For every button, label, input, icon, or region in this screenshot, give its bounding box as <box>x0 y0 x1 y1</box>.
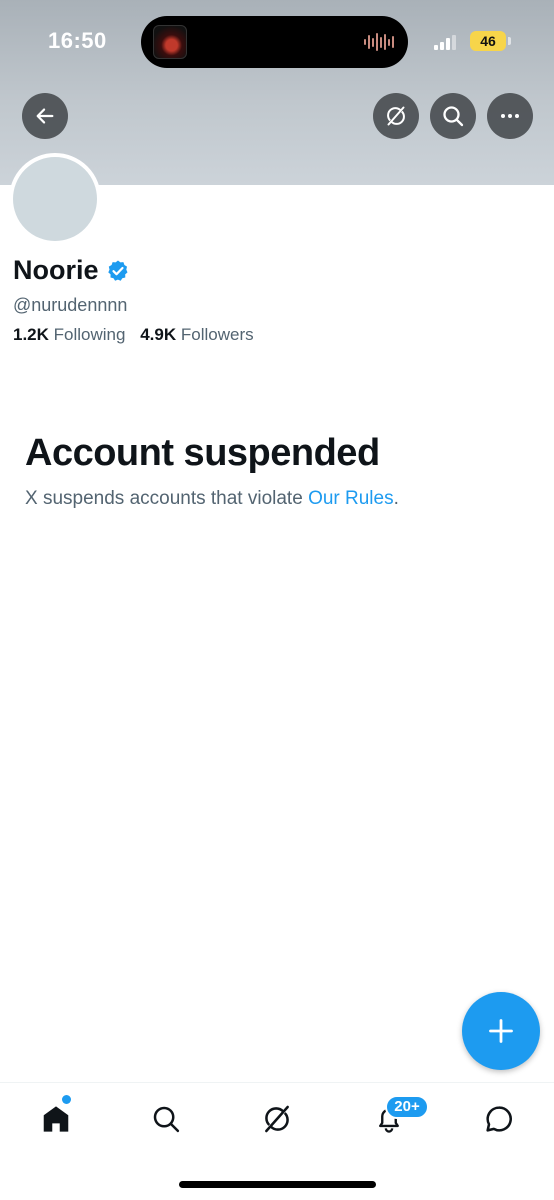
now-playing-artwork <box>153 25 187 59</box>
avatar[interactable] <box>9 153 101 245</box>
cellular-signal-icon <box>434 34 460 50</box>
our-rules-link[interactable]: Our Rules <box>308 488 394 509</box>
home-icon <box>43 1106 69 1132</box>
compose-button[interactable] <box>462 992 540 1070</box>
profile-handle: @nurudennnn <box>13 295 128 315</box>
more-button[interactable] <box>487 93 533 139</box>
dynamic-island[interactable] <box>141 16 408 68</box>
battery-tip <box>508 37 511 45</box>
verified-badge-icon[interactable] <box>106 259 130 283</box>
profile-name-row: Noorie <box>13 255 130 286</box>
suspended-title: Account suspended <box>25 432 380 474</box>
following-label: Following <box>53 325 126 344</box>
search-button[interactable] <box>430 93 476 139</box>
more-horizontal-icon <box>501 114 519 118</box>
suspended-text-end: . <box>393 488 399 509</box>
following-link[interactable]: 1.2K Following <box>13 325 125 344</box>
audio-waveform-icon <box>364 32 394 52</box>
battery-indicator: 46 <box>470 31 506 51</box>
grok-icon <box>387 106 405 126</box>
grok-icon <box>265 1105 289 1133</box>
display-name: Noorie <box>13 255 99 285</box>
suspended-message: X suspends accounts that violate Our Rul… <box>25 488 399 510</box>
following-count: 1.2K <box>13 325 49 344</box>
followers-link[interactable]: 4.9K Followers <box>140 325 253 344</box>
suspended-text: X suspends accounts that violate <box>25 488 309 509</box>
status-time: 16:50 <box>48 28 107 53</box>
tab-search[interactable] <box>146 1101 186 1137</box>
back-button[interactable] <box>22 93 68 139</box>
home-indicator[interactable] <box>179 1181 376 1188</box>
tab-messages[interactable] <box>479 1101 519 1137</box>
tab-home[interactable] <box>36 1101 76 1137</box>
search-icon <box>443 106 464 127</box>
plus-icon <box>489 1019 513 1043</box>
notifications-badge: 20+ <box>385 1095 429 1119</box>
tab-grok[interactable] <box>257 1101 297 1137</box>
status-bar: 16:50 46 <box>0 0 554 80</box>
search-icon <box>153 1106 180 1133</box>
messages-icon <box>486 1106 512 1132</box>
grok-button[interactable] <box>373 93 419 139</box>
home-unread-dot <box>62 1095 71 1104</box>
followers-count: 4.9K <box>140 325 177 344</box>
arrow-left-icon <box>36 108 54 124</box>
followers-label: Followers <box>180 325 254 344</box>
follow-stats: 1.2K Following 4.9K Followers <box>13 325 264 345</box>
